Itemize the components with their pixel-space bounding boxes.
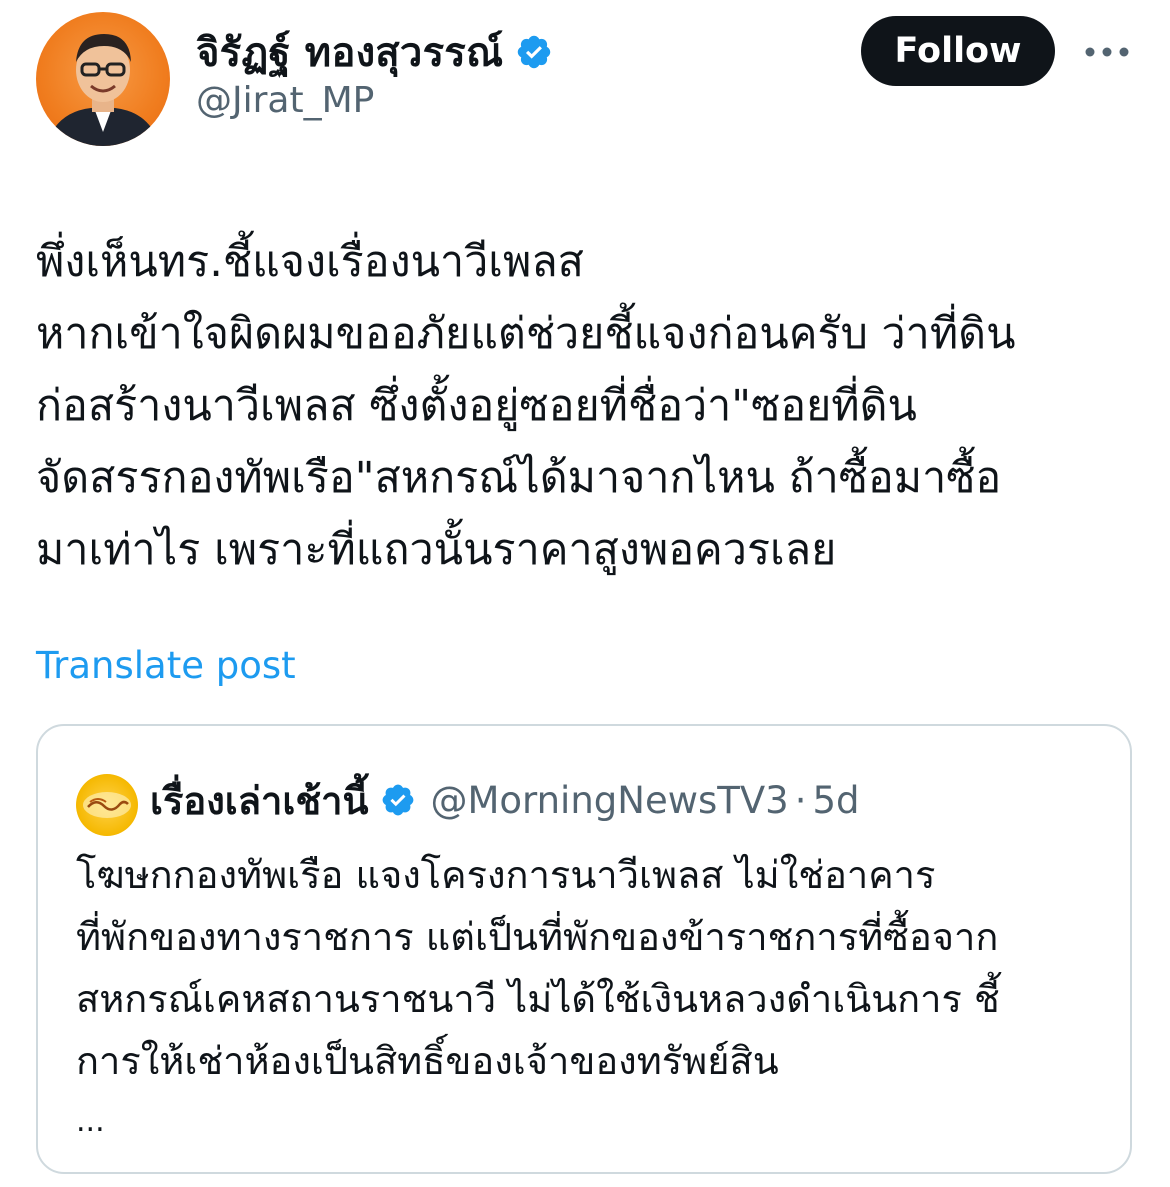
quoted-tweet-header: เรื่องเล่าเช้านี้ @MorningNewsTV3 · 5d <box>150 770 860 830</box>
tweet-line: จัดสรรกองทัพเรือ"สหกรณ์ได้มาจากไหน ถ้าซื… <box>36 453 1002 503</box>
separator-dot: · <box>794 778 807 822</box>
follow-button[interactable]: Follow <box>861 16 1055 86</box>
quoted-tweet-line: โฆษกกองทัพเรือ แจงโครงการนาวีเพลส ไม่ใช่… <box>76 853 936 897</box>
morning-news-logo-icon <box>83 792 131 818</box>
quoted-tweet-line: การให้เช่าห้องเป็นสิทธิ์ของเจ้าของทรัพย์… <box>76 1039 779 1083</box>
author-handle[interactable]: @Jirat_MP <box>196 80 374 121</box>
verified-badge-icon[interactable] <box>380 782 416 818</box>
tweet-line: พึ่งเห็นทร.ชี้แจงเรื่องนาวีเพลส <box>36 237 584 287</box>
tweet-line: ก่อสร้างนาวีเพลส ซึ่งตั้งอยู่ซอยที่ชื่อว… <box>36 381 917 431</box>
quoted-author-handle[interactable]: @MorningNewsTV3 <box>430 779 788 822</box>
tweet-page: จิรัฏฐ์ ทองสุวรรณ์ @Jirat_MP Follow พึ่ง… <box>0 0 1170 1187</box>
profile-photo-icon <box>46 34 160 146</box>
tweet-line: หากเข้าใจผิดผมขออภัยแต่ช่วยชี้แจงก่อนครั… <box>36 309 1016 359</box>
quoted-author-avatar[interactable] <box>76 774 138 836</box>
more-options-icon <box>1085 47 1129 57</box>
tweet-text: พึ่งเห็นทร.ชี้แจงเรื่องนาวีเพลส หากเข้าใ… <box>36 226 1146 586</box>
quoted-tweet-text: โฆษกกองทัพเรือ แจงโครงการนาวีเพลส ไม่ใช่… <box>76 844 1106 1092</box>
quoted-tweet-line: สหกรณ์เคหสถานราชนาวี ไม่ได้ใช้เงินหลวงดำ… <box>76 977 1000 1021</box>
quoted-tweet-timestamp[interactable]: 5d <box>812 779 859 822</box>
author-name-row: จิรัฏฐ์ ทองสุวรรณ์ <box>196 22 553 82</box>
quoted-author-name[interactable]: เรื่องเล่าเช้านี้ <box>150 770 368 831</box>
quoted-tweet-ellipsis: ... <box>76 1104 105 1139</box>
verified-badge-icon[interactable] <box>515 33 553 71</box>
translate-post-link[interactable]: Translate post <box>36 644 296 687</box>
author-avatar[interactable] <box>36 12 170 146</box>
quoted-tweet-card[interactable]: เรื่องเล่าเช้านี้ @MorningNewsTV3 · 5d โ… <box>36 724 1132 1174</box>
quoted-tweet-line: ที่พักของทางราชการ แต่เป็นที่พักของข้ารา… <box>76 915 999 959</box>
tweet-line: มาเท่าไร เพราะที่แถวนั้นราคาสูงพอควรเลย <box>36 525 837 575</box>
author-display-name[interactable]: จิรัฏฐ์ ทองสุวรรณ์ <box>196 20 503 84</box>
more-options-button[interactable] <box>1082 30 1132 74</box>
